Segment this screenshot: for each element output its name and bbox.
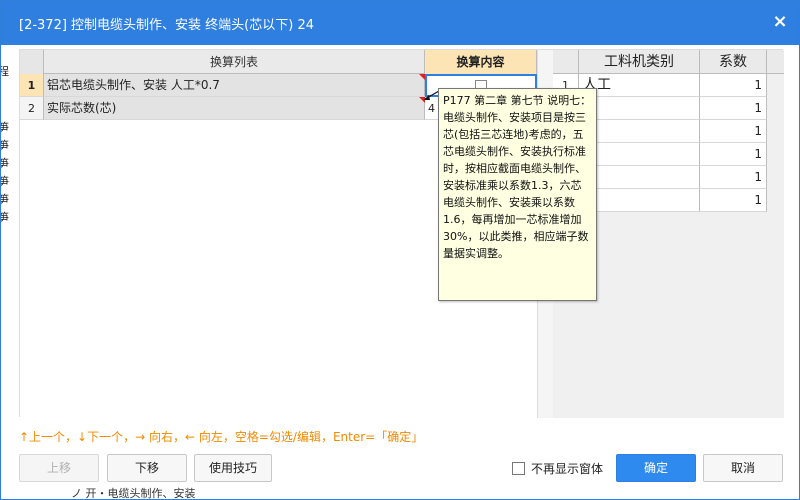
conversion-item-label[interactable]: 实际芯数(芯)	[44, 97, 425, 120]
bg-char: 程	[1, 65, 9, 78]
tooltip-text: P177 第二章 第七节 说明七： 电缆头制作、安装项目是按三芯(包括三芯连地)…	[443, 94, 592, 260]
move-up-button[interactable]: 上移	[19, 454, 99, 482]
coefficient-value[interactable]: 1	[700, 74, 767, 97]
coefficient-value[interactable]: 1	[700, 97, 767, 120]
no-show-again-checkbox[interactable]	[512, 462, 525, 475]
background-left-strip: 程 笋 笋 笋 笋 笋 笋	[1, 63, 9, 243]
grid-corner	[20, 50, 44, 74]
table-header: 工料机类别 系数	[553, 50, 784, 74]
bg-char: 笋	[1, 157, 9, 170]
bg-char: 笋	[1, 139, 9, 152]
bg-char: 笋	[1, 193, 9, 206]
category-name: 备	[579, 143, 700, 166]
coefficient-value[interactable]: 1	[700, 189, 767, 212]
category-name: 价	[579, 189, 700, 212]
title-bar: [2-372] 控制电缆头制作、安装 终端头(芯以下) 24 ×	[1, 1, 799, 45]
ok-button[interactable]: 确定	[616, 454, 696, 482]
category-name: 料	[579, 97, 700, 120]
category-name: 人工	[579, 74, 700, 97]
close-icon[interactable]: ×	[771, 13, 789, 31]
column-header-conversion-content[interactable]: 换算内容	[425, 50, 537, 74]
row-number: 2	[20, 97, 44, 120]
column-header-category: 工料机类别	[579, 50, 700, 74]
bg-char: 笋	[1, 211, 9, 224]
column-header-coefficient: 系数	[700, 50, 767, 74]
main-panel: 换算列表 换算内容 1 铝芯电缆头制作、安装 人工*0.7 2 实际芯数(芯) …	[19, 49, 784, 418]
row-number: 1	[20, 74, 44, 97]
bg-char: 笋	[1, 121, 9, 134]
table-corner	[553, 50, 579, 74]
bg-char: 笋	[1, 175, 9, 188]
background-peek-text: ノ 开・电缆头制作、安装	[71, 487, 196, 499]
no-show-again-label: 不再显示窗体	[531, 462, 604, 476]
move-down-button[interactable]: 下移	[107, 454, 187, 482]
keyboard-hint: ↑上一个，↓下一个，→ 向右，← 向左，空格=勾选/编辑，Enter=「确定」	[19, 430, 424, 444]
coefficient-value[interactable]: 1	[700, 166, 767, 189]
no-show-again-option[interactable]: 不再显示窗体	[512, 461, 603, 477]
usage-tips-button[interactable]: 使用技巧	[194, 454, 272, 482]
coefficient-value[interactable]: 1	[700, 120, 767, 143]
category-name: 材	[579, 166, 700, 189]
cancel-button[interactable]: 取消	[703, 454, 783, 482]
conversion-dialog: [2-372] 控制电缆头制作、安装 终端头(芯以下) 24 × 程 笋 笋 笋…	[0, 0, 800, 500]
dialog-title: [2-372] 控制电缆头制作、安装 终端头(芯以下) 24	[19, 18, 315, 33]
category-name: 械	[579, 120, 700, 143]
coefficient-value[interactable]: 1	[700, 143, 767, 166]
conversion-item-label[interactable]: 铝芯电缆头制作、安装 人工*0.7	[44, 74, 425, 97]
grid-header: 换算列表 换算内容	[20, 50, 553, 74]
column-header-conversion-list[interactable]: 换算列表	[44, 50, 425, 74]
explanation-tooltip: P177 第二章 第七节 说明七： 电缆头制作、安装项目是按三芯(包括三芯连地)…	[438, 88, 597, 301]
